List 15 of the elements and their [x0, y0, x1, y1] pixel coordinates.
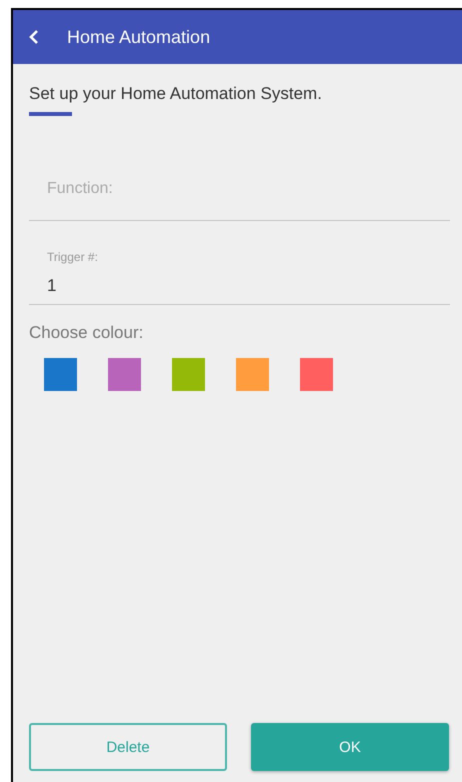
- function-field[interactable]: Function:: [47, 180, 450, 198]
- delete-button[interactable]: Delete: [29, 723, 227, 771]
- back-icon[interactable]: [29, 29, 39, 45]
- field-label: Trigger #:: [47, 250, 99, 264]
- colour-swatch[interactable]: [172, 358, 205, 391]
- colour-swatch[interactable]: [108, 358, 141, 391]
- colour-swatch[interactable]: [300, 358, 333, 391]
- trigger-field[interactable]: 1: [47, 276, 450, 296]
- colour-swatch[interactable]: [44, 358, 77, 391]
- colour-swatch[interactable]: [236, 358, 269, 391]
- intro-text: Set up your Home Automation System.: [29, 84, 323, 104]
- colour-label: Choose colour:: [29, 323, 144, 343]
- accent-bar: [29, 112, 72, 116]
- ok-button[interactable]: OK: [251, 723, 449, 771]
- header-title: Home Automation: [67, 26, 210, 48]
